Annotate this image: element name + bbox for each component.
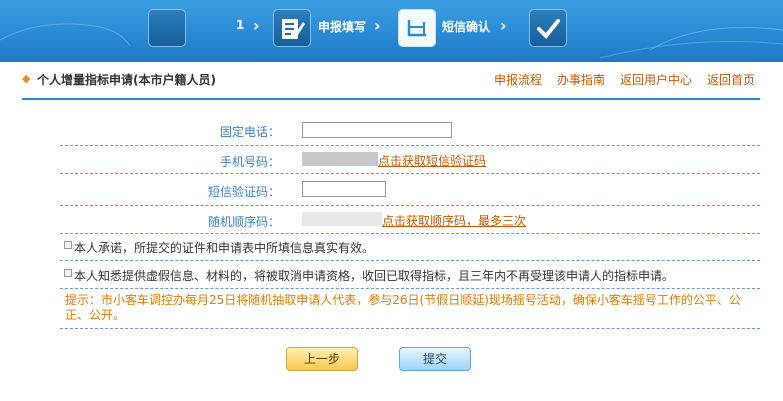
sms-code-label: 短信验证码： [207,185,280,199]
random-code-row: 随机顺序码： 点击获取顺序码，最多三次 [60,205,760,234]
form-edit-icon [273,9,311,47]
sms-confirm-icon [398,9,436,47]
get-sms-code-link[interactable]: 点击获取短信验证码 [378,152,486,169]
mobile-value-masked [302,152,378,166]
pledge1-text: 本人承诺，所提交的证件和申请表中所填信息真实有效。 [74,241,375,255]
get-random-code-link[interactable]: 点击获取顺序码，最多三次 [382,212,526,229]
page-title: 个人增量指标申请(本市户籍人员) [37,73,216,87]
prev-step-button[interactable]: 上一步 [286,347,358,371]
nav-guide[interactable]: 办事指南 [557,71,605,88]
pledge2-text: 本人知悉提供虚假信息、材料的，将被取消申请资格，收回已取得指标，且三年内不再受理… [74,269,675,283]
step3-label: 短信确认 [442,20,491,34]
submit-button[interactable]: 提交 [399,347,471,371]
nav-apply-process[interactable]: 申报流程 [494,71,542,88]
landline-label: 固定电话： [219,125,280,139]
step1-label: 1 [236,18,245,32]
page-header: ◆ 个人增量指标申请(本市户籍人员) 申报流程 办事指南 返回用户中心 返回首页 [22,68,760,100]
chevron-right-icon: › [374,16,381,35]
diamond-arrow-icon: ◆ [22,72,31,85]
progress-banner: 1 › 申报填写 › 短信确认 › [0,0,783,62]
pledge2-row: 本人知悉提供虚假信息、材料的，将被取消申请资格，收回已取得指标，且三年内不再受理… [60,260,760,289]
banner-car-outline [0,23,783,59]
nav-home[interactable]: 返回首页 [707,71,755,88]
pledge1-checkbox[interactable] [64,241,72,249]
step1-icon [148,9,186,47]
random-code-value-masked [302,212,382,226]
mobile-row: 手机号码： 点击获取短信验证码 [60,145,760,174]
chevron-right-icon: › [500,16,507,35]
nav-user-center[interactable]: 返回用户中心 [620,71,692,88]
mobile-label: 手机号码： [219,155,280,169]
sms-code-input[interactable] [302,181,386,197]
tip-row: 提示：市小客车调控办每月25日将随机抽取申请人代表，参与26日(节假日顺延)现场… [60,288,760,329]
random-code-label: 随机顺序码： [207,215,280,229]
sms-code-row: 短信验证码： [60,173,760,206]
chevron-right-icon: › [253,16,260,35]
landline-input[interactable] [302,122,452,138]
step2-label: 申报填写 [318,20,367,34]
tip-text: 提示：市小客车调控办每月25日将随机抽取申请人代表，参与26日(节假日顺延)现场… [65,293,741,322]
pledge2-checkbox[interactable] [64,269,72,277]
landline-row: 固定电话： [60,117,760,146]
pledge1-row: 本人承诺，所提交的证件和申请表中所填信息真实有效。 [60,233,760,261]
checkmark-icon [529,9,567,47]
